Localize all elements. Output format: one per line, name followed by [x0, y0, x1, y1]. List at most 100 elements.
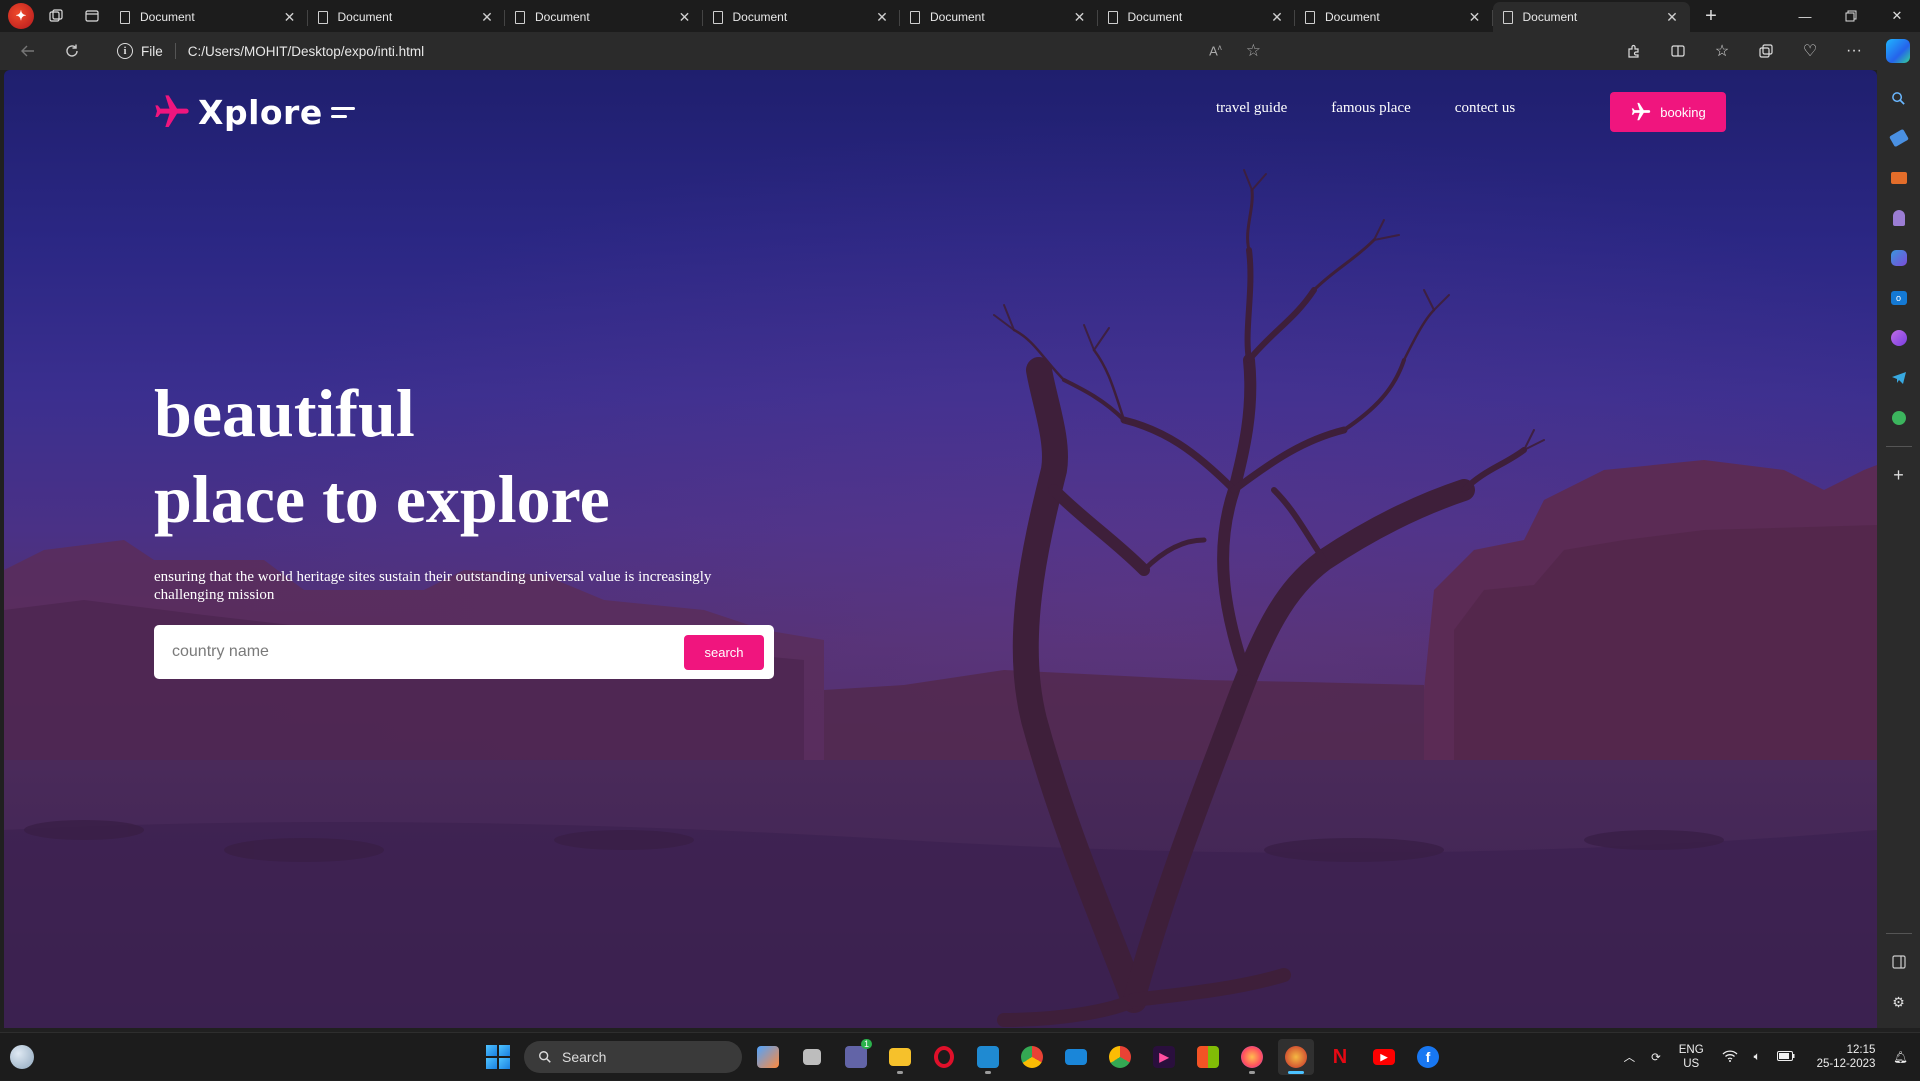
- close-tab-icon[interactable]: ✕: [1072, 9, 1088, 26]
- browser-tab[interactable]: Document ✕: [505, 2, 703, 32]
- weather-widget-icon[interactable]: [10, 1045, 34, 1069]
- sidebar-settings-gear-icon[interactable]: ⚙: [1885, 988, 1913, 1016]
- microsoft-365-icon[interactable]: [1885, 244, 1913, 272]
- country-name-input[interactable]: [172, 635, 672, 669]
- browser-tab[interactable]: Document ✕: [900, 2, 1098, 32]
- minimize-button[interactable]: —: [1782, 0, 1828, 32]
- close-tab-icon[interactable]: ✕: [677, 9, 693, 26]
- country-search-box: search: [154, 625, 774, 679]
- edge-canary-app-icon[interactable]: [1278, 1039, 1314, 1075]
- settings-more-icon[interactable]: ···: [1832, 35, 1876, 67]
- facebook-app-icon[interactable]: f: [1410, 1039, 1446, 1075]
- opera-app-icon[interactable]: [926, 1039, 962, 1075]
- chrome-dev-app-icon[interactable]: [1014, 1039, 1050, 1075]
- refresh-button[interactable]: [54, 35, 90, 67]
- netflix-app-icon[interactable]: N: [1322, 1039, 1358, 1075]
- show-hidden-icons-chevron-icon[interactable]: ︿: [1624, 1049, 1636, 1065]
- microsoft-store-app-icon[interactable]: [1190, 1039, 1226, 1075]
- hide-sidebar-icon[interactable]: [1885, 948, 1913, 976]
- url-bar-actions: Aʌ ☆: [1209, 36, 1261, 66]
- file-manager-app-icon[interactable]: [750, 1039, 786, 1075]
- add-sidebar-app-icon[interactable]: +: [1885, 461, 1913, 489]
- shopping-tag-icon[interactable]: [1885, 124, 1913, 152]
- close-tab-icon[interactable]: ✕: [1664, 9, 1680, 26]
- browser-tab[interactable]: Document ✕: [1295, 2, 1493, 32]
- new-tab-button[interactable]: +: [1696, 1, 1726, 31]
- document-icon: [120, 10, 130, 24]
- close-tab-icon[interactable]: ✕: [1467, 9, 1483, 26]
- split-screen-icon[interactable]: [1656, 35, 1700, 67]
- browser-essentials-icon[interactable]: ♡: [1788, 35, 1832, 67]
- nav-link-travel-guide[interactable]: travel guide: [1216, 100, 1287, 117]
- read-aloud-icon[interactable]: Aʌ: [1209, 43, 1222, 58]
- tab-actions-icon[interactable]: [78, 2, 106, 30]
- wifi-icon[interactable]: [1722, 1049, 1738, 1065]
- booking-button[interactable]: booking: [1610, 92, 1726, 132]
- workspaces-icon[interactable]: [42, 2, 70, 30]
- sync-icon[interactable]: ⟳: [1651, 1050, 1661, 1064]
- clock-date: 25-12-2023: [1816, 1058, 1876, 1070]
- lang-line2: US: [1683, 1058, 1700, 1070]
- close-tab-icon[interactable]: ✕: [479, 9, 495, 26]
- tools-briefcase-icon[interactable]: [1885, 164, 1913, 192]
- tab-title: Document: [732, 10, 788, 24]
- battery-icon[interactable]: [1776, 1050, 1795, 1064]
- games-chess-icon[interactable]: [1885, 204, 1913, 232]
- teams-chat-app-icon[interactable]: 1: [838, 1039, 874, 1075]
- browser-tab[interactable]: Document ✕: [1098, 2, 1296, 32]
- outlook-icon[interactable]: o: [1885, 284, 1913, 312]
- favorite-star-icon[interactable]: ☆: [1246, 41, 1261, 61]
- firefox-app-icon[interactable]: [1234, 1039, 1270, 1075]
- close-window-button[interactable]: ✕: [1874, 0, 1920, 32]
- close-tab-icon[interactable]: ✕: [874, 9, 890, 26]
- extensions-icon[interactable]: [1612, 35, 1656, 67]
- mail-app-icon[interactable]: [1058, 1039, 1094, 1075]
- start-button[interactable]: [480, 1039, 516, 1075]
- search-button[interactable]: search: [684, 635, 764, 670]
- youtube-app-icon[interactable]: ▶: [1366, 1039, 1402, 1075]
- tab-title: Document: [337, 10, 393, 24]
- browser-tab[interactable]: Document ✕: [703, 2, 901, 32]
- nav-link-contact-us[interactable]: contect us: [1455, 100, 1515, 117]
- file-explorer-app-icon[interactable]: [882, 1039, 918, 1075]
- browser-tab[interactable]: Document ✕: [308, 2, 506, 32]
- tab-title: Document: [930, 10, 985, 24]
- notifications-bell-icon[interactable]: 🔔︎: [1893, 1050, 1908, 1064]
- restore-button[interactable]: [1828, 0, 1874, 32]
- profile-avatar[interactable]: ✦: [8, 3, 34, 29]
- tab-strip-left: ✦: [0, 0, 106, 32]
- telegram-icon[interactable]: [1885, 364, 1913, 392]
- taskbar-search-box[interactable]: Search: [524, 1041, 742, 1073]
- hero-description: ensuring that the world heritage sites s…: [154, 569, 712, 603]
- document-icon: [910, 10, 920, 24]
- volume-icon[interactable]: 🔈︎: [1754, 1051, 1761, 1064]
- back-button[interactable]: [10, 35, 46, 67]
- collections-icon[interactable]: [1744, 35, 1788, 67]
- close-tab-icon[interactable]: ✕: [1269, 9, 1285, 26]
- sidebar-divider: [1885, 933, 1912, 934]
- browser-tab-active[interactable]: Document ✕: [1492, 2, 1690, 32]
- web-page: Xplore travel guide famous place contect…: [4, 70, 1877, 1028]
- chrome-app-icon[interactable]: [1102, 1039, 1138, 1075]
- clock[interactable]: 12:15 25-12-2023: [1817, 1043, 1876, 1071]
- favorites-icon[interactable]: ☆: [1700, 35, 1744, 67]
- document-icon: [1305, 10, 1315, 24]
- task-view-icon[interactable]: [794, 1039, 830, 1075]
- taskbar-search-label: Search: [562, 1049, 607, 1065]
- nav-link-famous-place[interactable]: famous place: [1331, 100, 1411, 117]
- input-language-indicator[interactable]: ENG US: [1679, 1043, 1704, 1071]
- media-player-app-icon[interactable]: ▶: [1146, 1039, 1182, 1075]
- tree-icon[interactable]: [1885, 404, 1913, 432]
- copilot-icon[interactable]: [1876, 35, 1920, 67]
- browser-tab[interactable]: Document ✕: [110, 2, 308, 32]
- designer-icon[interactable]: [1885, 324, 1913, 352]
- hamburger-menu-icon[interactable]: [330, 102, 357, 123]
- site-logo[interactable]: Xplore: [152, 92, 357, 132]
- hero-heading-line2: place to explore: [154, 461, 610, 537]
- sidebar-search-icon[interactable]: [1885, 84, 1913, 112]
- site-info-icon[interactable]: i: [117, 43, 133, 59]
- vscode-app-icon[interactable]: [970, 1039, 1006, 1075]
- close-tab-icon[interactable]: ✕: [282, 9, 298, 26]
- url-bar[interactable]: i File C:/Users/MOHIT/Desktop/expo/inti.…: [107, 36, 1587, 66]
- url-text[interactable]: C:/Users/MOHIT/Desktop/expo/inti.html: [188, 44, 424, 59]
